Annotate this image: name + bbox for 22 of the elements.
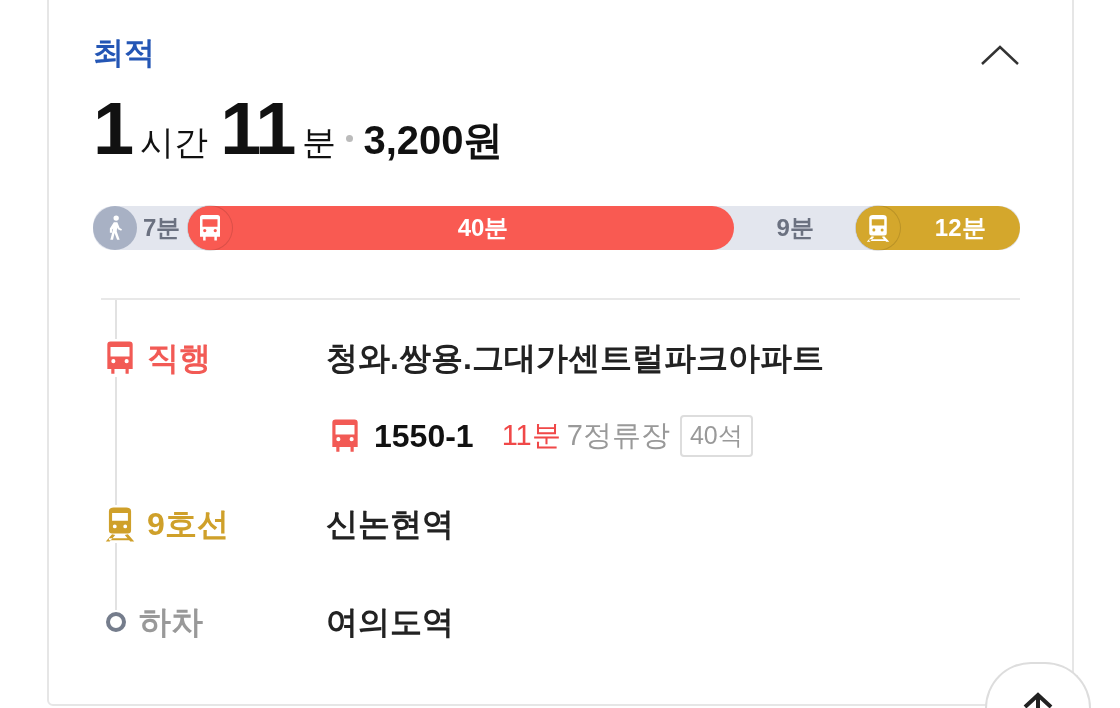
stop-name: 신논현역: [326, 505, 454, 544]
duration-minutes: 11: [220, 92, 295, 166]
duration-text: 40분: [456, 213, 510, 243]
stop-name: 청와.쌍용.그대가센트럴파크아파트: [326, 339, 824, 378]
stop-count: 7정류장: [566, 418, 670, 454]
duration-text: 12분: [933, 213, 987, 243]
duration-unit: 분: [302, 122, 337, 163]
separator-dot: [346, 134, 354, 142]
duration-text: 9분: [775, 213, 815, 243]
arrival-time: 11분: [501, 418, 561, 454]
stop-name: 여의도역: [326, 603, 454, 642]
step-label: 하차: [139, 603, 203, 642]
bus-number: 1550-1: [374, 417, 474, 456]
duration-text: 7분: [142, 213, 182, 243]
step-label: 직행: [147, 339, 211, 378]
seat-count: 40석: [679, 415, 753, 457]
fare-text: 3,200원: [363, 117, 504, 164]
route-label: 최적: [93, 37, 155, 68]
duration-unit: 시간: [140, 122, 209, 163]
up-arrow-icon: [1021, 692, 1055, 708]
duration-hours: 1: [93, 92, 133, 166]
step-label: 9호선: [147, 505, 229, 544]
